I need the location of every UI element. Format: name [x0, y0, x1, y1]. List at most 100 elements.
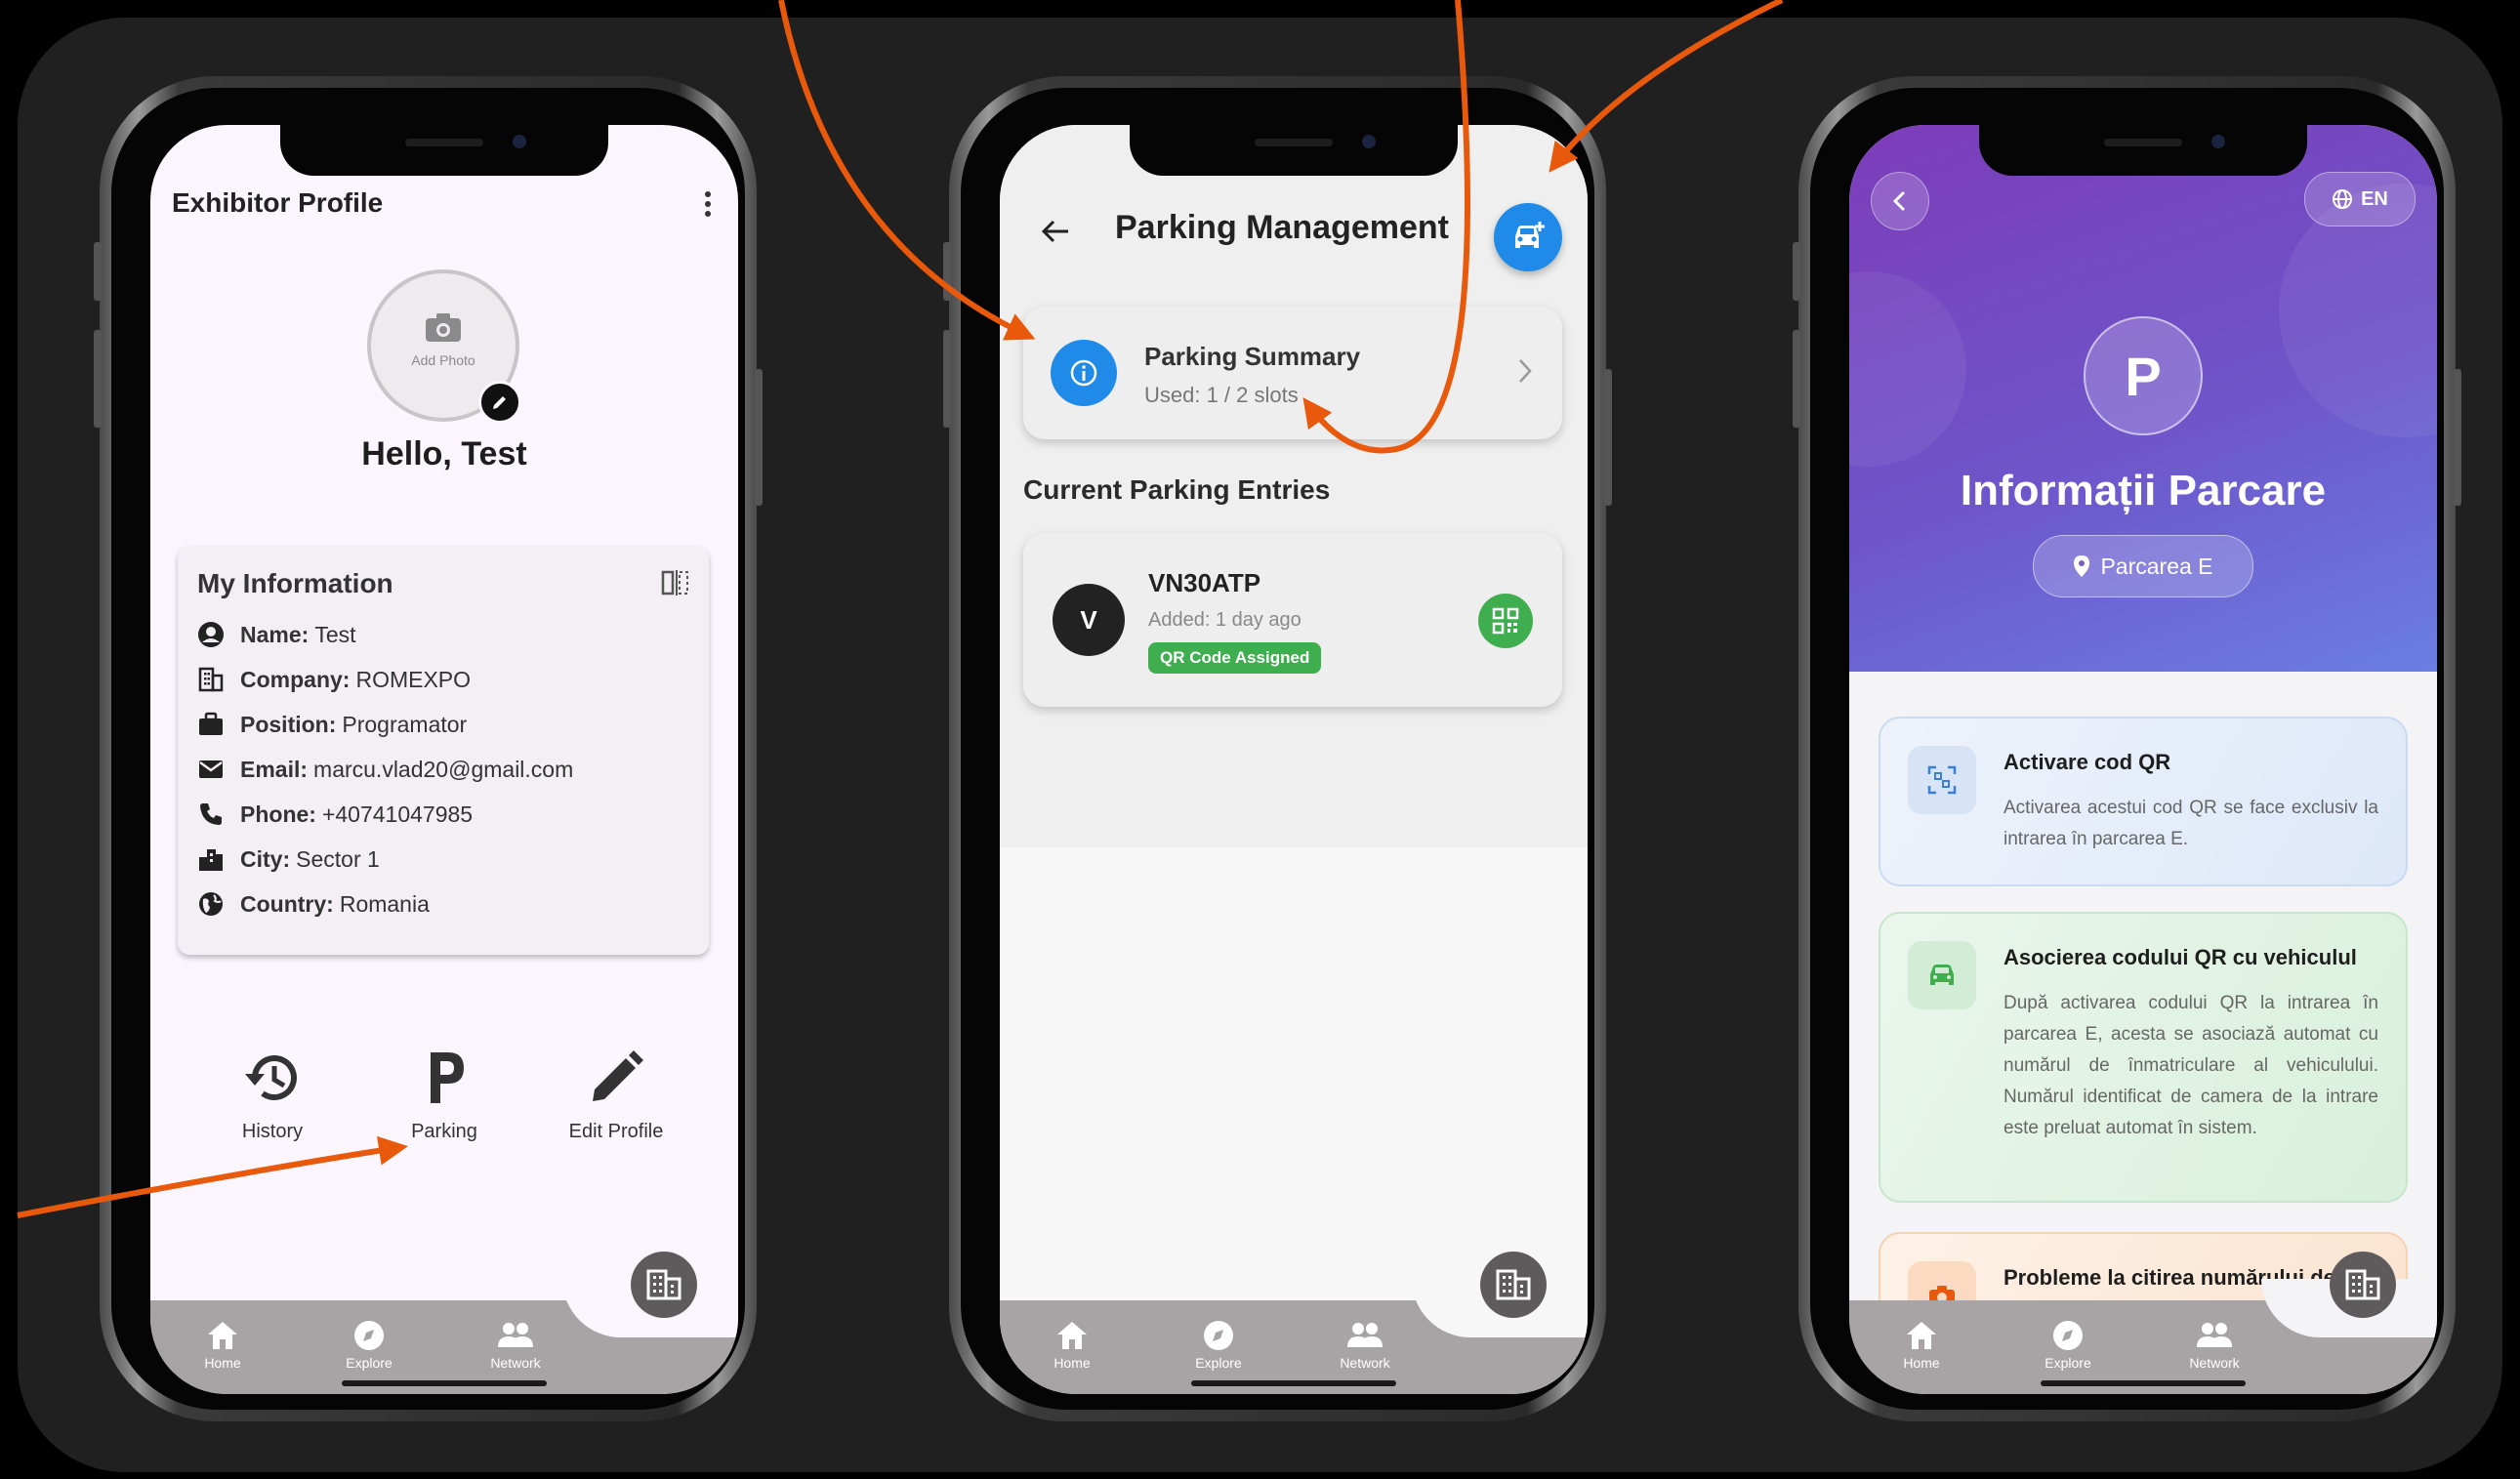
- tab-explore[interactable]: Explore: [1179, 1320, 1258, 1371]
- building-fab[interactable]: [2330, 1252, 2396, 1318]
- phone-side-button: [943, 330, 951, 428]
- tab-explore[interactable]: Explore: [330, 1320, 408, 1371]
- building-icon: [2345, 1269, 2380, 1300]
- card-qr-activation: Activare cod QR Activarea acestui cod QR…: [1879, 717, 2408, 886]
- more-vert-icon[interactable]: [703, 189, 713, 224]
- phone-notch: [1130, 125, 1458, 176]
- add-vehicle-button[interactable]: [1494, 203, 1562, 271]
- info-row-name: Name: Test: [197, 617, 356, 652]
- tab-home[interactable]: Home: [184, 1320, 262, 1371]
- history-icon: [245, 1055, 297, 1100]
- phone-bezel: EN P Informații Parcare Parcarea E Activ…: [1810, 88, 2444, 1410]
- phone-side-button: [94, 242, 102, 301]
- phone-side-button: [94, 330, 102, 428]
- back-button[interactable]: [1871, 172, 1929, 230]
- tab-explore[interactable]: Explore: [2029, 1320, 2107, 1371]
- info-row-city: City: Sector 1: [197, 842, 380, 877]
- vehicle-avatar: V: [1053, 584, 1125, 656]
- phone-side-button: [755, 369, 763, 506]
- card-text: După activarea codului QR la intrarea în…: [2004, 993, 2378, 1138]
- history-button[interactable]: History: [199, 1048, 346, 1143]
- building-icon: [1496, 1269, 1531, 1300]
- home-indicator: [2041, 1380, 2246, 1386]
- tab-network[interactable]: Network: [1326, 1320, 1404, 1371]
- parking-summary-card[interactable]: Parking Summary Used: 1 / 2 slots: [1023, 307, 1562, 439]
- location-label: Parcarea E: [2100, 553, 2213, 579]
- info-icon: [1051, 340, 1117, 406]
- city-icon: [199, 849, 223, 871]
- screen-parking-info: EN P Informații Parcare Parcarea E Activ…: [1849, 125, 2437, 1394]
- network-icon: [1347, 1323, 1383, 1347]
- car-icon: [1908, 941, 1976, 1009]
- phone-frame-parking-info: EN P Informații Parcare Parcarea E Activ…: [1793, 76, 2461, 1421]
- page-title: Parking Management: [1115, 209, 1449, 246]
- tab-network[interactable]: Network: [2175, 1320, 2253, 1371]
- building-icon: [646, 1269, 682, 1300]
- tab-network[interactable]: Network: [476, 1320, 555, 1371]
- edit-photo-button[interactable]: [478, 381, 521, 424]
- info-row-company: Company: ROMEXPO: [197, 662, 471, 697]
- account-circle-icon: [198, 622, 224, 647]
- home-icon: [208, 1322, 237, 1349]
- history-label: History: [241, 1121, 304, 1142]
- added-time: Added: 1 day ago: [1148, 609, 1301, 631]
- split-view-icon[interactable]: [660, 568, 689, 602]
- explore-icon: [2053, 1321, 2083, 1350]
- explore-icon: [1204, 1321, 1233, 1350]
- edit-profile-button[interactable]: Edit Profile: [543, 1048, 689, 1143]
- parking-label: Parking: [411, 1121, 477, 1142]
- screen-exhibitor-profile: Exhibitor Profile Add Photo Hello, Test …: [150, 125, 738, 1394]
- briefcase-icon: [199, 712, 223, 735]
- back-arrow-icon[interactable]: [1041, 219, 1070, 249]
- network-icon: [498, 1323, 533, 1347]
- building-icon: [198, 667, 224, 692]
- card-title: Activare cod QR: [2004, 750, 2171, 774]
- building-fab[interactable]: [631, 1252, 697, 1318]
- greeting: Hello, Test: [361, 435, 527, 472]
- parking-entry-card[interactable]: V VN30ATP Added: 1 day ago QR Code Assig…: [1023, 533, 1562, 707]
- phone-notch: [1979, 125, 2307, 176]
- hero-header: EN P Informații Parcare Parcarea E: [1849, 125, 2437, 672]
- qr-assigned-badge: QR Code Assigned: [1148, 642, 1322, 674]
- phone-notch: [280, 125, 608, 176]
- building-fab[interactable]: [1480, 1252, 1547, 1318]
- decorative-circle: [1849, 271, 1966, 467]
- home-icon: [1057, 1322, 1087, 1349]
- phone-bezel: Parking Management Parking Summary Used:…: [961, 88, 1594, 1410]
- pencil-icon: [493, 396, 506, 409]
- network-icon: [2197, 1323, 2232, 1347]
- add-photo-label: Add Photo: [411, 352, 475, 368]
- add-car-icon: [1515, 222, 1545, 248]
- location-pill[interactable]: Parcarea E: [2033, 535, 2253, 597]
- phone-side-button: [943, 242, 951, 301]
- info-card-title: My Information: [197, 568, 393, 598]
- info-row-phone: Phone: +40741047985: [197, 797, 473, 832]
- phone-side-button: [1793, 242, 1800, 301]
- phone-bezel: Exhibitor Profile Add Photo Hello, Test …: [111, 88, 745, 1410]
- phone-side-button: [1793, 330, 1800, 428]
- page-title: Exhibitor Profile: [172, 187, 384, 218]
- camera-icon: [371, 310, 516, 349]
- pencil-icon: [593, 1050, 643, 1101]
- license-plate: VN30ATP: [1148, 568, 1261, 597]
- home-indicator: [1191, 1380, 1396, 1386]
- summary-title: Parking Summary: [1144, 342, 1361, 371]
- section-title: Current Parking Entries: [1023, 474, 1331, 505]
- home-icon: [1907, 1322, 1936, 1349]
- info-row-email: Email: marcu.vlad20@gmail.com: [197, 752, 573, 787]
- page-title: Informații Parcare: [1960, 467, 2327, 514]
- phone-side-button: [2454, 369, 2461, 506]
- edit-profile-label: Edit Profile: [568, 1121, 664, 1142]
- parking-button[interactable]: Parking: [371, 1048, 517, 1143]
- qr-code-button[interactable]: [1478, 594, 1533, 648]
- phone-side-button: [1604, 369, 1612, 506]
- info-row-country: Country: Romania: [197, 886, 430, 922]
- parking-badge: P: [2084, 316, 2203, 435]
- phone-frame-profile: Exhibitor Profile Add Photo Hello, Test …: [94, 76, 763, 1421]
- tab-home[interactable]: Home: [1882, 1320, 1961, 1371]
- mail-icon: [199, 760, 223, 778]
- language-button[interactable]: EN: [2304, 172, 2416, 226]
- chevron-left-icon: [1892, 190, 1906, 212]
- tab-home[interactable]: Home: [1033, 1320, 1111, 1371]
- showcase-stage: Exhibitor Profile Add Photo Hello, Test …: [0, 0, 2520, 1479]
